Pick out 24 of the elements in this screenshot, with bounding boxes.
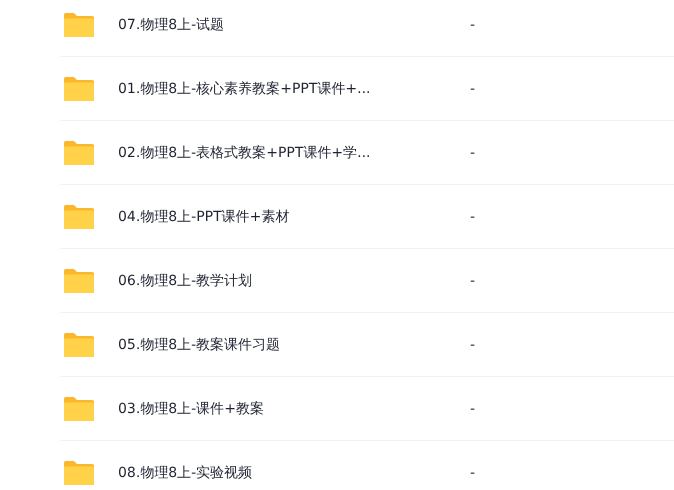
file-size: - xyxy=(470,80,476,96)
folder-name[interactable]: 06.物理8上-教学计划 xyxy=(118,272,470,290)
folder-icon xyxy=(63,204,95,230)
file-size: - xyxy=(470,464,476,480)
folder-icon xyxy=(63,332,95,358)
folder-name[interactable]: 03.物理8上-课件+教案 xyxy=(118,400,470,418)
folder-name[interactable]: 07.物理8上-试题 xyxy=(118,16,470,34)
file-size: - xyxy=(470,208,476,224)
folder-name[interactable]: 04.物理8上-PPT课件+素材 xyxy=(118,208,470,226)
folder-name[interactable]: 08.物理8上-实验视频 xyxy=(118,464,470,482)
file-size: - xyxy=(470,336,476,352)
file-size: - xyxy=(470,144,476,160)
folder-icon xyxy=(63,268,95,294)
folder-icon xyxy=(63,76,95,102)
file-size: - xyxy=(470,16,476,32)
file-size: - xyxy=(470,400,476,416)
folder-icon xyxy=(63,460,95,486)
folder-name[interactable]: 05.物理8上-教案课件习题 xyxy=(118,336,470,354)
file-size: - xyxy=(470,272,476,288)
folder-icon xyxy=(63,140,95,166)
folder-icon xyxy=(63,12,95,38)
folder-name[interactable]: 02.物理8上-表格式教案+PPT课件+学... xyxy=(118,144,470,162)
folder-icon xyxy=(63,396,95,422)
folder-name[interactable]: 01.物理8上-核心素养教案+PPT课件+... xyxy=(118,80,470,98)
